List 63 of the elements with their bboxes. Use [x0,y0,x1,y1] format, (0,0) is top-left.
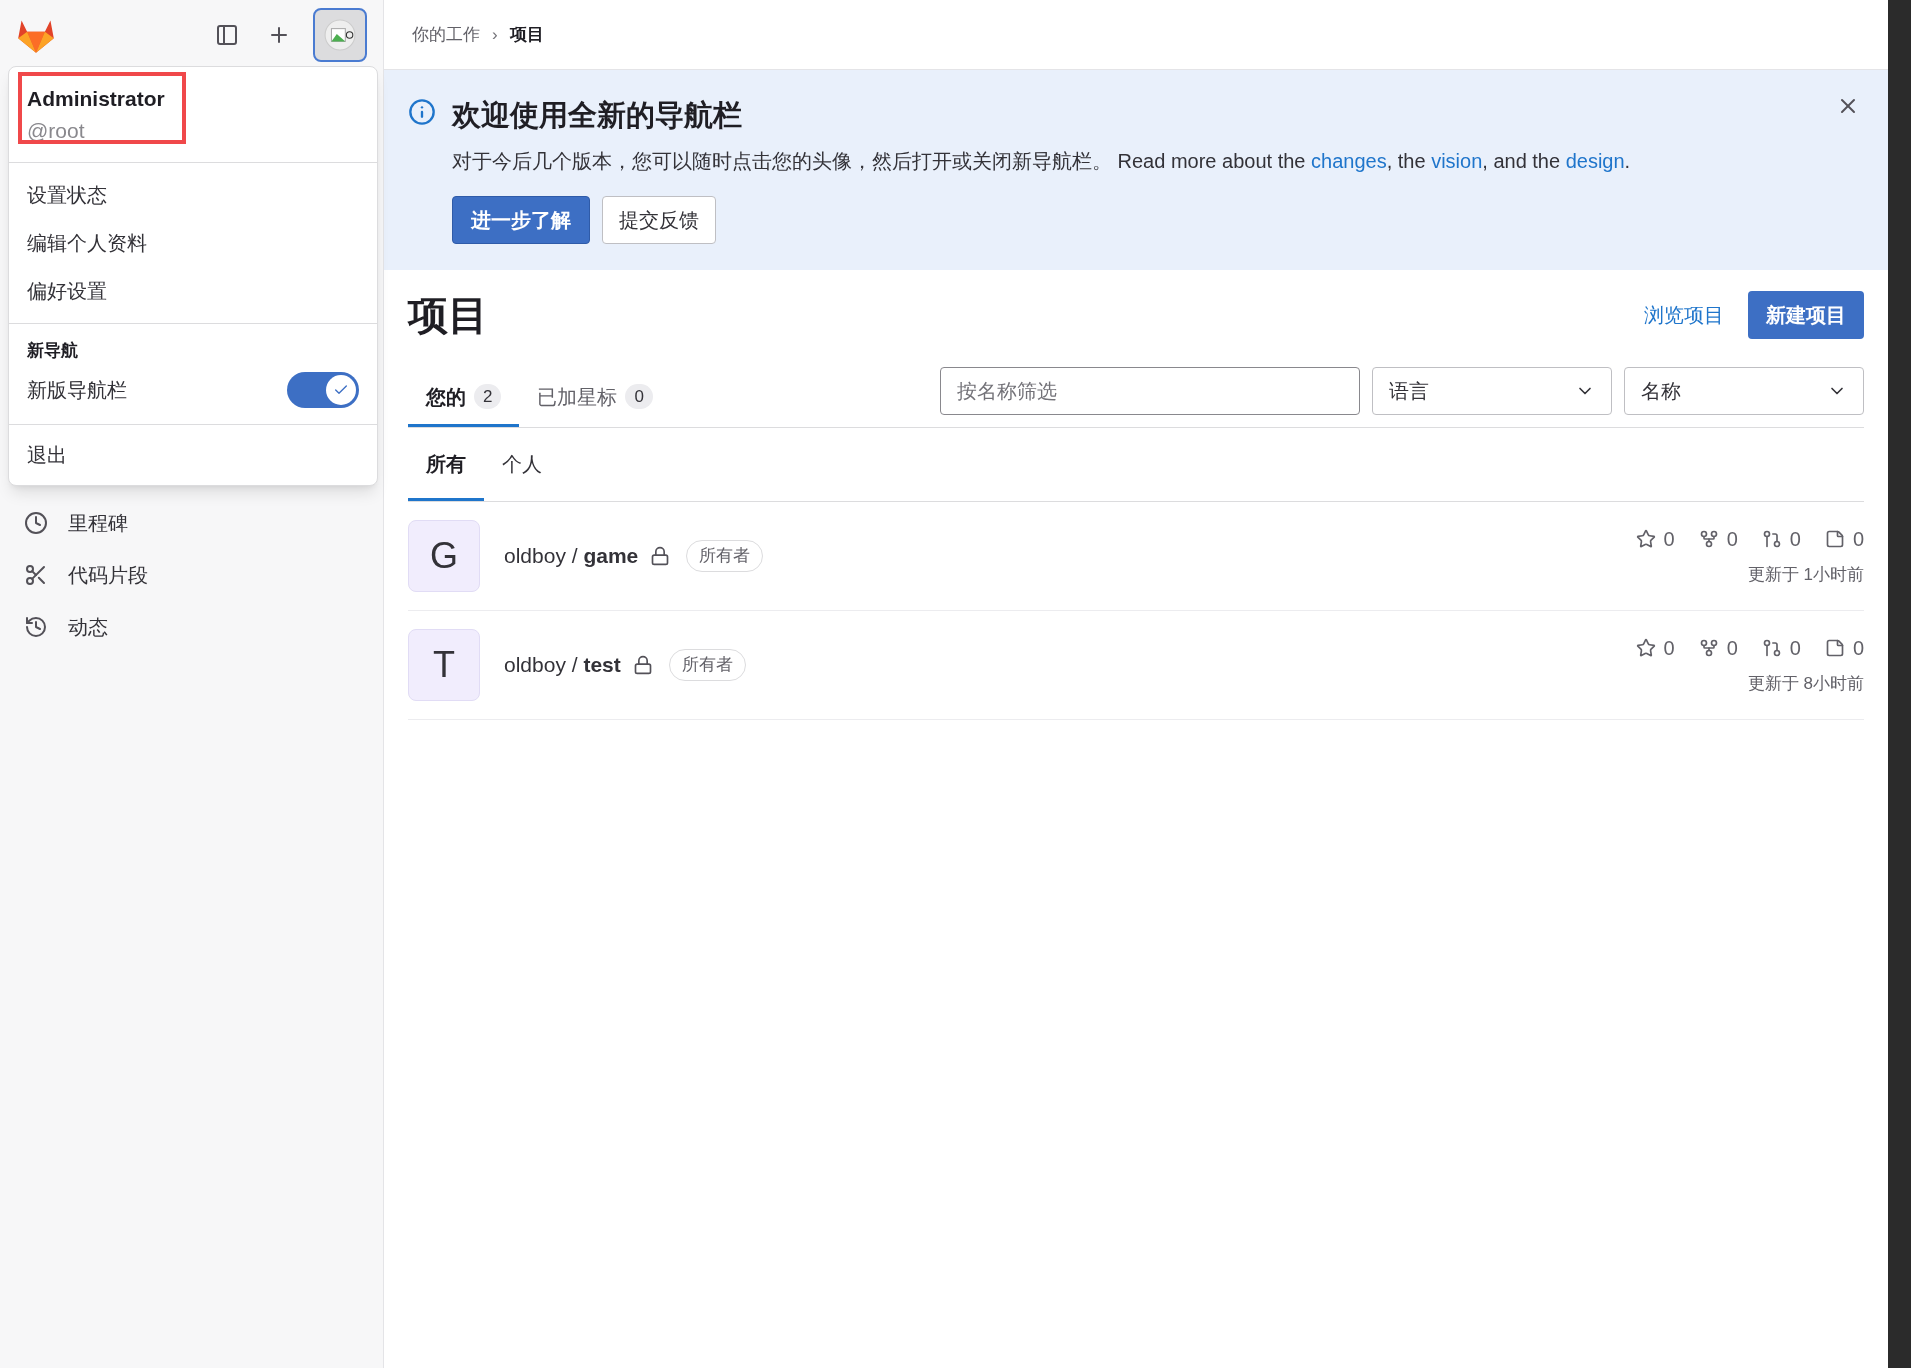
menu-section-title: 新导航 [26,340,79,362]
banner-link[interactable]: vision [1431,149,1483,172]
breadcrumb-link[interactable]: 项目 [509,21,544,48]
merge-request-icon [1761,638,1782,659]
menu-item[interactable]: 设置状态 [9,171,377,219]
project-link[interactable]: oldboy / game [504,540,639,572]
star-count[interactable]: 0 [1635,524,1675,555]
dropdown[interactable]: 语言 [1372,367,1612,415]
page-title: 项目 [408,292,488,339]
breadcrumb-link[interactable]: 你的工作 [412,21,480,48]
user-name: Administrator [27,86,166,112]
filter-field[interactable]: 按名称筛选 [940,367,1360,415]
merge-request-icon [1761,529,1782,550]
clock-icon [24,511,48,535]
fork-icon [1698,529,1719,550]
sign-out-item[interactable]: 退出 [9,432,377,477]
scissors-icon [24,563,48,587]
new-project-button[interactable]: 新建项目 [1748,291,1864,339]
sidebar-item[interactable]: 里程碑 [24,506,359,540]
dropdown[interactable]: 名称 [1624,367,1864,415]
sidebar-icon [215,23,239,47]
project-link[interactable]: oldboy / test [504,649,621,681]
tab[interactable]: 已加星标 0 [519,369,671,427]
sidebar-item[interactable]: 动态 [24,610,359,644]
project-avatar: T [408,629,480,701]
banner-link[interactable]: changes [1311,149,1387,172]
breadcrumb-separator: › [492,23,498,46]
fork-count[interactable]: 0 [1698,633,1738,664]
browse-projects-link[interactable]: 浏览项目 [1644,300,1724,330]
user-handle: @root [27,117,86,144]
info-icon [408,98,436,126]
avatar-button[interactable] [313,8,367,62]
star-count[interactable]: 0 [1635,633,1675,664]
banner-title: 欢迎使用全新的导航栏 [452,98,743,133]
tab[interactable]: 您的 2 [408,369,520,427]
count-badge: 2 [474,383,502,410]
tab[interactable]: 所有 [408,429,484,501]
issue-icon [1824,529,1845,550]
issue-count[interactable]: 0 [1824,524,1864,555]
issue-count[interactable]: 0 [1824,633,1864,664]
menu-item[interactable]: 偏好设置 [9,267,377,315]
menu-item[interactable]: 编辑个人资料 [9,219,377,267]
issue-icon [1824,638,1845,659]
project-avatar: G [408,520,480,592]
fork-icon [1698,638,1719,659]
broken-image-icon [324,19,356,51]
updated-time: 更新于 1小时前 [1747,564,1864,587]
learn-more-button[interactable]: 进一步了解 [452,195,590,244]
merge-request-count[interactable]: 0 [1761,633,1801,664]
updated-time: 更新于 8小时前 [1747,673,1864,696]
banner-text: 对于今后几个版本，您可以随时点击您的头像，然后打开或关闭新导航栏。 Read more about the changes, the vision, and the design. [452,148,1631,174]
fork-count[interactable]: 0 [1698,524,1738,555]
sidebar-item[interactable]: 代码片段 [24,558,359,592]
merge-request-count[interactable]: 0 [1761,524,1801,555]
toggle-switch[interactable] [287,371,359,408]
star-icon [1635,529,1656,550]
feedback-button[interactable]: 提交反馈 [602,195,716,244]
history-icon [24,615,48,639]
tab[interactable]: 个人 [484,429,560,501]
star-icon [1635,638,1656,659]
banner-link[interactable]: design [1565,149,1625,172]
count-badge: 0 [625,383,653,410]
toggle-label: 新版导航栏 [27,377,127,403]
